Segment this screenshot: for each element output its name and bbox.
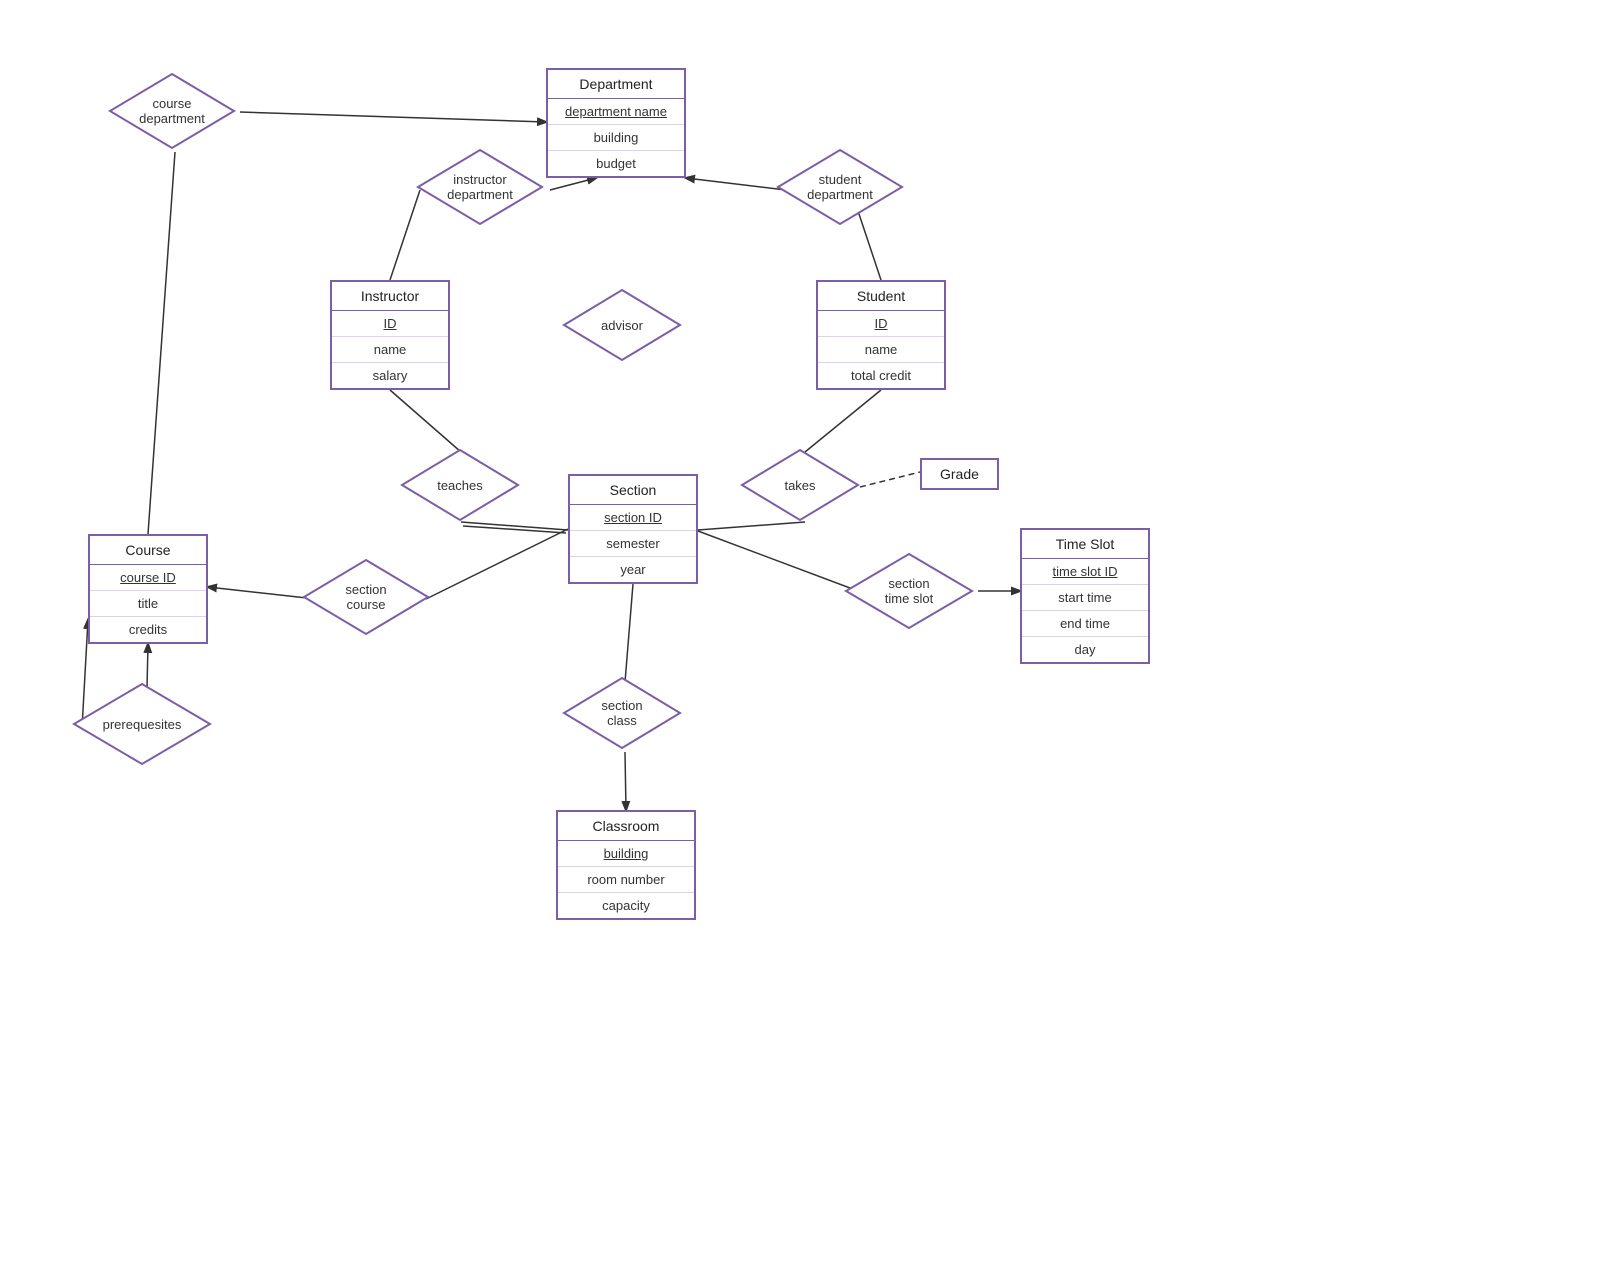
entity-classroom-attr-building: building	[558, 841, 694, 867]
diamond-section-timeslot: sectiontime slot	[844, 552, 974, 630]
entity-instructor-title: Instructor	[332, 282, 448, 311]
entity-department-title: Department	[548, 70, 684, 99]
diamond-instructor-department-label: instructordepartment	[447, 172, 513, 202]
entity-department-attr-budget: budget	[548, 151, 684, 176]
entity-student-title: Student	[818, 282, 944, 311]
diamond-prerequesites: prerequesites	[72, 682, 212, 766]
entity-timeslot-attr-start: start time	[1022, 585, 1148, 611]
entity-classroom-attr-room: room number	[558, 867, 694, 893]
diamond-section-class-label: sectionclass	[601, 698, 642, 728]
grade-box: Grade	[920, 458, 999, 490]
entity-course-attr-title: title	[90, 591, 206, 617]
diamond-section-class: sectionclass	[562, 676, 682, 750]
diamond-student-department-label: studentdepartment	[807, 172, 873, 202]
diamond-advisor-label: advisor	[601, 318, 643, 333]
diamond-section-timeslot-label: sectiontime slot	[885, 576, 933, 606]
diamond-course-department-label: coursedepartment	[139, 96, 205, 126]
entity-timeslot-attr-id: time slot ID	[1022, 559, 1148, 585]
entity-timeslot-title: Time Slot	[1022, 530, 1148, 559]
entity-instructor-attr-id: ID	[332, 311, 448, 337]
entity-timeslot-attr-day: day	[1022, 637, 1148, 662]
entity-course: Course course ID title credits	[88, 534, 208, 644]
diamond-takes: takes	[740, 448, 860, 522]
entity-student-attr-credit: total credit	[818, 363, 944, 388]
entity-instructor-attr-name: name	[332, 337, 448, 363]
entity-instructor: Instructor ID name salary	[330, 280, 450, 390]
grade-label: Grade	[940, 466, 979, 482]
diamond-instructor-department: instructordepartment	[416, 148, 544, 226]
entity-department-attr-name: department name	[548, 99, 684, 125]
entity-timeslot: Time Slot time slot ID start time end ti…	[1020, 528, 1150, 664]
entity-classroom-attr-capacity: capacity	[558, 893, 694, 918]
diamond-teaches: teaches	[400, 448, 520, 522]
entity-classroom-title: Classroom	[558, 812, 694, 841]
diamond-advisor: advisor	[562, 288, 682, 362]
entity-section-title: Section	[570, 476, 696, 505]
entity-section-attr-id: section ID	[570, 505, 696, 531]
diamond-section-course: sectioncourse	[302, 558, 430, 636]
entity-section: Section section ID semester year	[568, 474, 698, 584]
entity-instructor-attr-salary: salary	[332, 363, 448, 388]
entity-student-attr-name: name	[818, 337, 944, 363]
entity-student-attr-id: ID	[818, 311, 944, 337]
diamond-prerequesites-label: prerequesites	[103, 717, 182, 732]
entity-course-attr-credits: credits	[90, 617, 206, 642]
er-diagram: Department department name building budg…	[0, 0, 1600, 1280]
entity-section-attr-year: year	[570, 557, 696, 582]
entity-department: Department department name building budg…	[546, 68, 686, 178]
diamond-takes-label: takes	[784, 478, 815, 493]
entity-classroom: Classroom building room number capacity	[556, 810, 696, 920]
diamond-section-course-label: sectioncourse	[345, 582, 386, 612]
diamond-course-department: coursedepartment	[108, 72, 236, 150]
entity-course-attr-id: course ID	[90, 565, 206, 591]
entity-department-attr-building: building	[548, 125, 684, 151]
diamond-student-department: studentdepartment	[776, 148, 904, 226]
entity-section-attr-semester: semester	[570, 531, 696, 557]
diamond-teaches-label: teaches	[437, 478, 483, 493]
entity-course-title: Course	[90, 536, 206, 565]
entity-student: Student ID name total credit	[816, 280, 946, 390]
entity-timeslot-attr-end: end time	[1022, 611, 1148, 637]
